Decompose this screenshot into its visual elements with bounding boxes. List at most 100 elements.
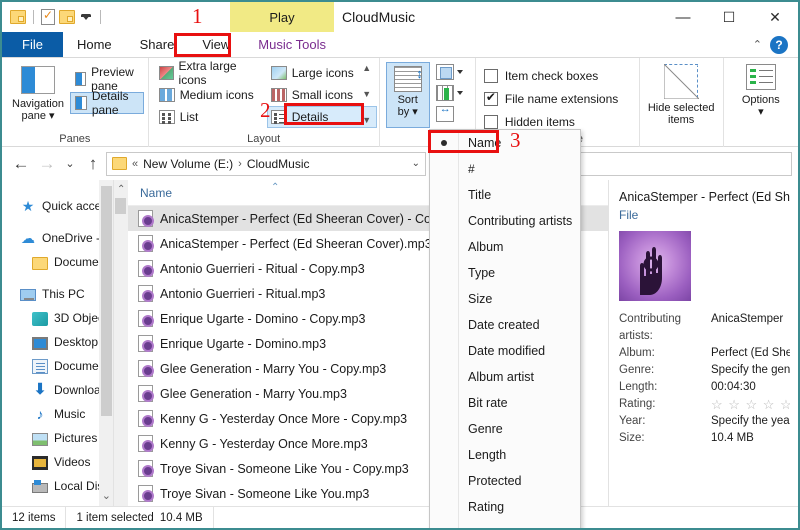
sidebar-item-music[interactable]: ♪ Music <box>2 402 113 426</box>
sort-menu-item-date-created[interactable]: Date created <box>430 312 580 338</box>
hide-selected-items-button[interactable]: Hide selected items <box>640 58 724 147</box>
customize-caret-icon[interactable] <box>81 14 91 20</box>
contextual-tab-group-play[interactable]: Play <box>230 2 334 32</box>
navigation-pane-scrollbar[interactable]: ⌄ <box>99 180 113 506</box>
breadcrumb-dropdown-icon[interactable]: ⌄ <box>412 158 420 169</box>
column-header-name-label: Name <box>140 185 173 200</box>
collapse-ribbon-icon[interactable]: ⌃ <box>753 38 762 51</box>
sidebar-item-documents[interactable]: Documents <box>2 354 113 378</box>
navigation-pane-scroll-thumb[interactable] <box>101 186 112 416</box>
sidebar-item-desktop[interactable]: Desktop <box>2 330 113 354</box>
navigation-scroll-down-icon[interactable]: ⌄ <box>102 489 111 502</box>
file-list-scroll-thumb[interactable] <box>115 198 126 214</box>
breadcrumb[interactable]: « New Volume (E:) › CloudMusic ⌄ <box>106 151 426 176</box>
breadcrumb-item-folder[interactable]: CloudMusic <box>247 157 310 171</box>
sidebar-item-downloads[interactable]: ⬇ Downloads <box>2 378 113 402</box>
sort-menu-item-date-modified[interactable]: Date modified <box>430 338 580 364</box>
sidebar-item-videos[interactable]: Videos <box>2 450 113 474</box>
details-field: Year: Specify the year thi… <box>619 413 790 430</box>
tab-view-label: View <box>202 37 231 52</box>
size-all-columns-button[interactable] <box>435 103 463 122</box>
folder-icon[interactable] <box>59 10 75 24</box>
sort-menu-item-bit-rate[interactable]: Bit rate <box>430 390 580 416</box>
up-button[interactable]: ↑ <box>80 151 106 177</box>
layout-gallery-scroll[interactable]: ▲ ▼ ▼ <box>359 63 375 125</box>
pictures-icon <box>32 432 48 446</box>
sort-menu-item-album[interactable]: Album <box>430 234 580 260</box>
rating-stars[interactable]: ☆ ☆ ☆ ☆ ☆ <box>711 396 790 413</box>
qat-divider-2 <box>100 10 101 24</box>
recent-locations-button[interactable]: ⌄ <box>60 151 80 177</box>
sort-by-button[interactable]: Sort by ▾ <box>385 62 430 128</box>
gallery-scroll-up-icon[interactable]: ▲ <box>362 63 371 73</box>
status-bar: 12 items 1 item selected 10.4 MB <box>2 506 798 528</box>
maximize-button[interactable]: ☐ <box>706 2 752 32</box>
add-columns-caret-icon[interactable] <box>456 91 463 95</box>
details-field: Size: 10.4 MB <box>619 430 790 447</box>
file-list-scroll-up-icon[interactable]: ⌃ <box>117 184 125 195</box>
file-name: AnicaStemper - Perfect (Ed Sheeran Cover… <box>160 211 431 226</box>
breadcrumb-item-drive[interactable]: New Volume (E:) <box>143 157 233 171</box>
sort-menu-item-genre[interactable]: Genre <box>430 416 580 442</box>
group-by-button[interactable] <box>435 64 463 80</box>
qat-divider <box>33 10 34 24</box>
options-icon <box>745 64 776 90</box>
hidden-items-checkbox[interactable] <box>483 114 498 129</box>
sidebar-item-this-pc[interactable]: This PC <box>2 282 113 306</box>
tab-home[interactable]: Home <box>63 32 126 57</box>
tab-view[interactable]: View <box>188 32 245 57</box>
file-name: Troye Sivan - Someone Like You.mp3 <box>160 486 370 501</box>
sort-menu-item-title[interactable]: Title <box>430 182 580 208</box>
layout-extra-large-icons[interactable]: Extra large icons <box>155 59 265 87</box>
options-button[interactable]: Options ▾ <box>724 58 798 147</box>
file-name-extensions-checkbox[interactable] <box>483 90 498 106</box>
sidebar-item-local-disk[interactable]: Local Disk ( <box>2 474 113 498</box>
sidebar-item-3d-objects[interactable]: 3D Objects <box>2 306 113 330</box>
sidebar-item-onedrive[interactable]: ☁ OneDrive - P <box>2 226 113 250</box>
sort-menu-item-name[interactable]: Name <box>430 130 580 156</box>
sort-menu-item-type[interactable]: Type <box>430 260 580 286</box>
local-disk-icon <box>32 480 48 493</box>
file-name-extensions-option[interactable]: File name extensions <box>483 87 639 110</box>
item-check-boxes-label: Item check boxes <box>504 68 599 83</box>
tab-file[interactable]: File <box>2 32 63 57</box>
sidebar-item-quick-access[interactable]: ★ Quick access <box>2 194 113 218</box>
preview-pane-button[interactable]: Preview pane <box>70 65 144 93</box>
details-pane-button[interactable]: Details pane <box>70 89 144 117</box>
sort-menu-item-year[interactable]: Year <box>430 520 580 528</box>
properties-icon[interactable] <box>41 8 55 25</box>
forward-button[interactable]: → <box>34 151 60 177</box>
sort-menu-item-rating[interactable]: Rating <box>430 494 580 520</box>
gallery-expand-icon[interactable]: ▼ <box>362 115 371 125</box>
back-button[interactable]: ← <box>8 151 34 177</box>
sidebar-item-onedrive-documents[interactable]: Documents <box>2 250 113 274</box>
help-icon[interactable]: ? <box>770 35 788 54</box>
new-folder-icon[interactable] <box>10 10 26 24</box>
item-check-boxes-option[interactable]: Item check boxes <box>483 64 639 87</box>
add-columns-button[interactable] <box>435 85 463 101</box>
layout-medium-icons[interactable]: Medium icons <box>155 84 265 106</box>
tab-home-label: Home <box>76 37 112 52</box>
item-check-boxes-checkbox[interactable] <box>483 68 498 83</box>
file-list-left-scrollbar[interactable]: ⌃ <box>114 180 128 506</box>
gallery-scroll-down-icon[interactable]: ▼ <box>362 89 371 99</box>
minimize-button[interactable]: — <box>660 2 706 32</box>
group-by-caret-icon[interactable] <box>456 70 463 74</box>
sidebar-label-desktop: Desktop <box>54 335 99 349</box>
file-name: Antonio Guerrieri - Ritual.mp3 <box>160 286 326 301</box>
close-button[interactable]: ✕ <box>752 2 798 32</box>
sort-menu-item-length[interactable]: Length <box>430 442 580 468</box>
selected-bullet-icon <box>441 140 447 146</box>
tab-music-tools[interactable]: Music Tools <box>244 32 340 57</box>
tab-share[interactable]: Share <box>126 32 189 57</box>
sidebar-item-pictures[interactable]: Pictures <box>2 426 113 450</box>
layout-list[interactable]: List <box>155 106 265 128</box>
sort-menu-item-track-number[interactable]: # <box>430 156 580 182</box>
list-icon <box>158 110 175 124</box>
sort-menu-item-size[interactable]: Size <box>430 286 580 312</box>
breadcrumb-overflow-icon[interactable]: « <box>132 158 138 170</box>
sort-menu-item-album-artist[interactable]: Album artist <box>430 364 580 390</box>
sort-menu-item-protected[interactable]: Protected <box>430 468 580 494</box>
tab-music-tools-label: Music Tools <box>258 37 326 52</box>
sort-menu-item-contributing-artists[interactable]: Contributing artists <box>430 208 580 234</box>
